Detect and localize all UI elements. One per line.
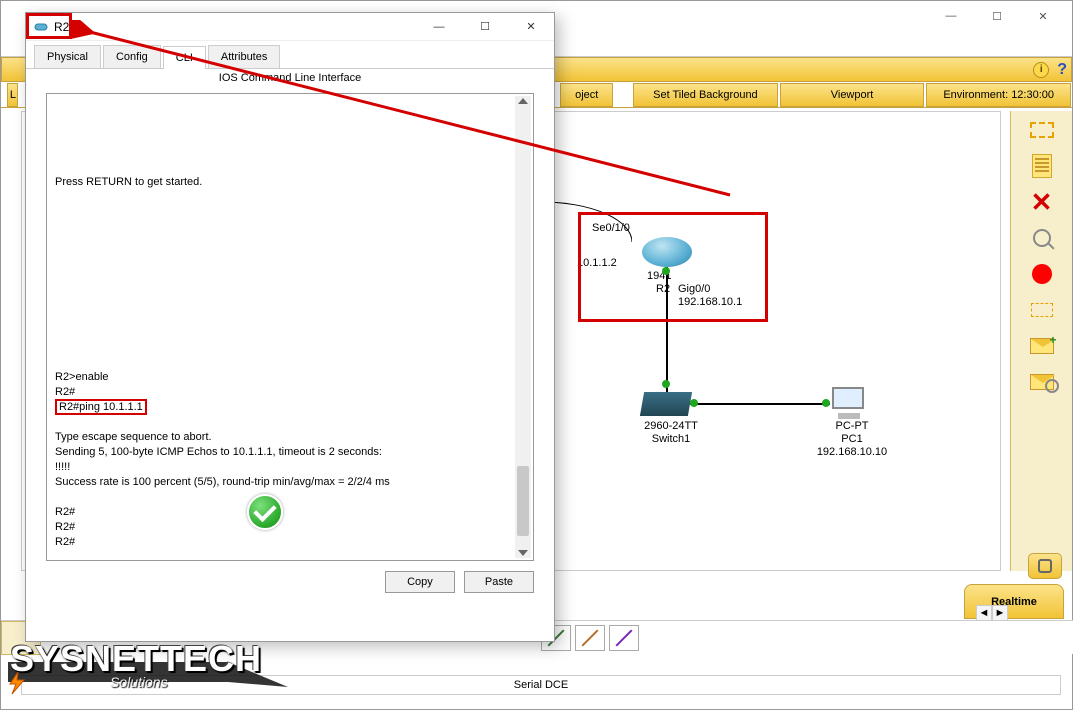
cli-maximize-button[interactable]: ☐ bbox=[462, 14, 508, 40]
switch-model-label: 2960-24TT bbox=[636, 420, 706, 433]
cli-terminal[interactable]: Press RETURN to get started. R2>enable R… bbox=[46, 93, 534, 561]
connection-line-options bbox=[541, 625, 639, 651]
cli-button-row: Copy Paste bbox=[26, 565, 554, 599]
watermark-logo: SYSNETTECH Solutions bbox=[10, 638, 262, 690]
switch-icon bbox=[640, 392, 692, 416]
viewport-button[interactable]: Viewport bbox=[780, 83, 925, 107]
success-check-icon bbox=[247, 494, 283, 530]
logical-label-cut: L bbox=[7, 83, 18, 107]
tab-physical[interactable]: Physical bbox=[34, 45, 101, 68]
project-cell-cut[interactable]: oject bbox=[560, 83, 613, 107]
pc-ip-label: 192.168.10.10 bbox=[806, 446, 898, 459]
info-icon[interactable]: i bbox=[1033, 62, 1049, 78]
scroll-down-icon[interactable] bbox=[518, 550, 528, 556]
cli-close-button[interactable]: ✕ bbox=[508, 14, 554, 40]
link-switch-pc bbox=[690, 403, 830, 405]
pc-icon bbox=[832, 387, 868, 415]
tab-attributes[interactable]: Attributes bbox=[208, 45, 280, 68]
flash-bolt-icon bbox=[4, 670, 30, 696]
line-style-3[interactable] bbox=[609, 625, 639, 651]
cli-scrollbar[interactable] bbox=[515, 96, 531, 558]
set-tiled-background-button[interactable]: Set Tiled Background bbox=[633, 83, 778, 107]
main-minimize-button[interactable]: — bbox=[928, 2, 974, 30]
record-dot-icon[interactable] bbox=[1027, 263, 1057, 285]
resize-box-icon[interactable] bbox=[1027, 299, 1057, 321]
scroll-thumb[interactable] bbox=[517, 466, 529, 536]
paste-button[interactable]: Paste bbox=[464, 571, 534, 593]
switch-name-label: Switch1 bbox=[636, 433, 706, 446]
pc-name-label: PC1 bbox=[822, 433, 882, 446]
delete-x-icon[interactable]: ✕ bbox=[1027, 191, 1057, 213]
magnifier-icon[interactable] bbox=[1027, 227, 1057, 249]
copy-button[interactable]: Copy bbox=[385, 571, 455, 593]
simulation-toggle-icon[interactable] bbox=[1028, 553, 1062, 579]
select-dashed-icon[interactable] bbox=[1027, 119, 1057, 141]
mail-glass-icon[interactable] bbox=[1027, 371, 1057, 393]
cli-titlebar: R2 — ☐ ✕ bbox=[26, 13, 554, 41]
link-dot-icon bbox=[822, 399, 830, 407]
line-style-2[interactable] bbox=[575, 625, 605, 651]
link-dot-icon bbox=[690, 399, 698, 407]
main-close-button[interactable]: ✕ bbox=[1020, 2, 1066, 30]
ping-highlight-box: R2#ping 10.1.1.1 bbox=[55, 399, 147, 415]
help-icon[interactable]: ? bbox=[1057, 61, 1067, 79]
cli-minimize-button[interactable]: — bbox=[416, 14, 462, 40]
r2-highlight-box bbox=[578, 212, 768, 322]
note-icon[interactable] bbox=[1027, 155, 1057, 177]
link-dot-icon bbox=[662, 380, 670, 388]
environment-time-button[interactable]: Environment: 12:30:00 bbox=[926, 83, 1071, 107]
tab-cli[interactable]: CLI bbox=[163, 46, 206, 69]
cli-tab-bar: Physical Config CLI Attributes bbox=[26, 41, 554, 69]
mail-plus-icon[interactable] bbox=[1027, 335, 1057, 357]
cli-output-text: Press RETURN to get started. R2>enable R… bbox=[47, 94, 533, 556]
pc-model-label: PC-PT bbox=[822, 420, 882, 433]
cli-subtitle: IOS Command Line Interface bbox=[26, 69, 554, 89]
right-toolbar: ✕ bbox=[1010, 111, 1072, 571]
h-scroll-arrows[interactable]: ◄► bbox=[976, 605, 1008, 621]
pc1-node[interactable] bbox=[832, 387, 868, 415]
r2-cli-window: R2 — ☐ ✕ Physical Config CLI Attributes … bbox=[25, 12, 555, 642]
tab-config[interactable]: Config bbox=[103, 45, 161, 68]
main-maximize-button[interactable]: ☐ bbox=[974, 2, 1020, 30]
switch1-node[interactable] bbox=[642, 392, 690, 416]
cli-title-highlight bbox=[26, 13, 72, 39]
scroll-up-icon[interactable] bbox=[518, 98, 528, 104]
